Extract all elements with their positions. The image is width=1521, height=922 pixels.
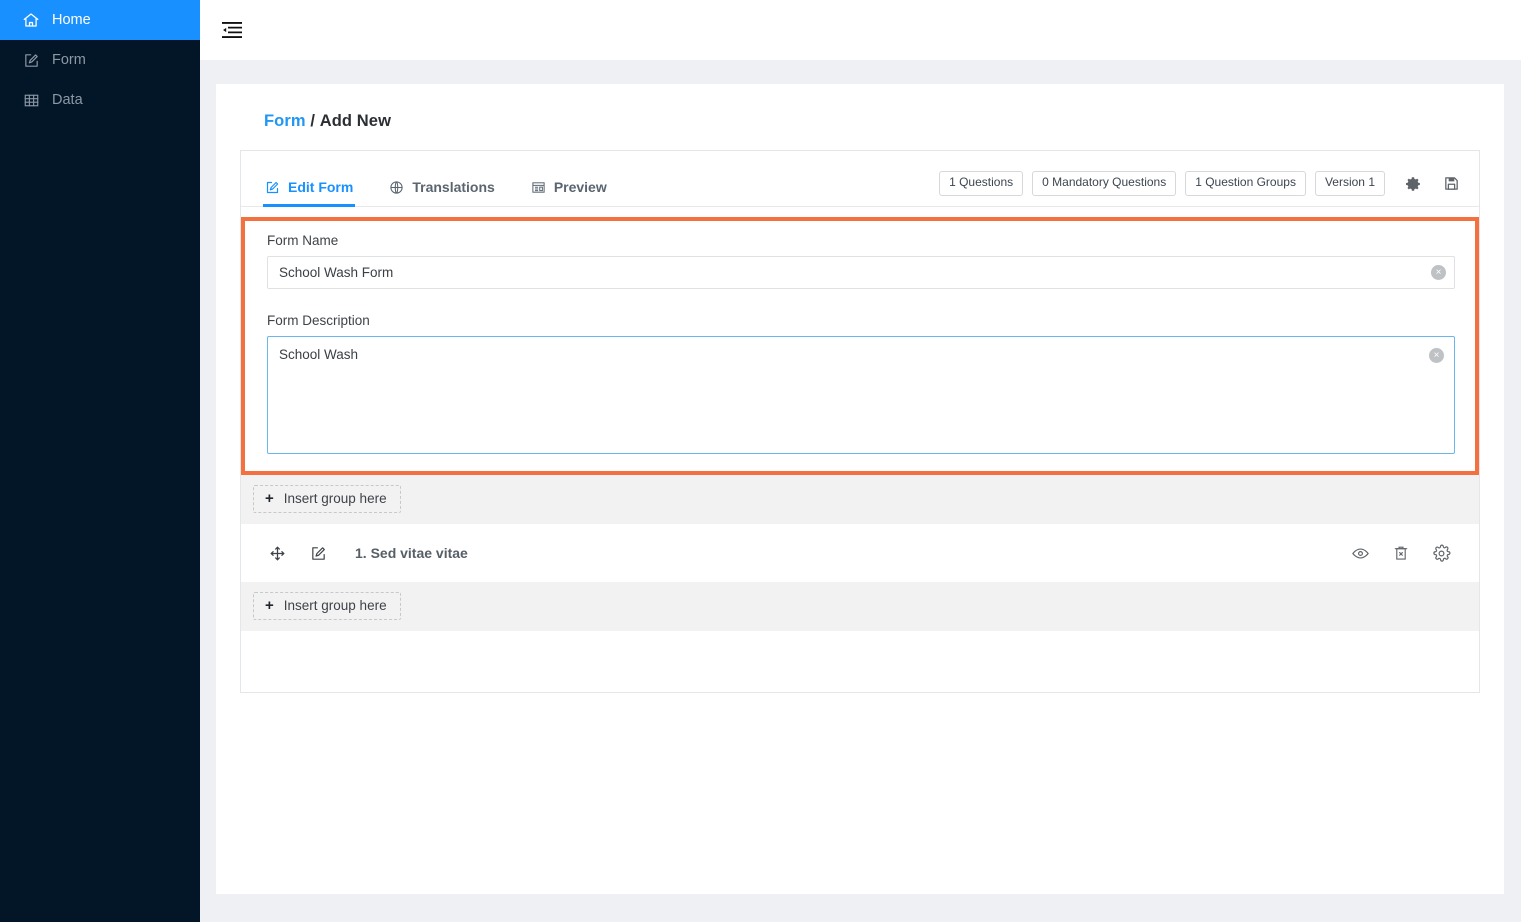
insert-group-label-top: Insert group here bbox=[283, 491, 387, 506]
breadcrumb: Form / Add New bbox=[264, 112, 1480, 131]
insert-group-here-button-top[interactable]: + Insert group here bbox=[253, 485, 401, 513]
question-row-actions bbox=[1329, 544, 1451, 563]
form-meta-highlight-box: Form Name × Form Description × bbox=[241, 217, 1479, 475]
pencil-square-icon bbox=[265, 180, 280, 195]
insert-group-strip-bottom: + Insert group here bbox=[241, 582, 1479, 631]
badge-mandatory-questions-count: 0 Mandatory Questions bbox=[1032, 171, 1177, 196]
breadcrumb-current: Add New bbox=[319, 112, 392, 130]
preview-window-icon bbox=[531, 180, 546, 195]
tab-label-translations: Translations bbox=[412, 179, 495, 195]
insert-group-strip-top: + Insert group here bbox=[241, 475, 1479, 524]
form-name-field-wrap: × bbox=[267, 256, 1455, 289]
form-settings-gear-icon[interactable] bbox=[1403, 174, 1423, 194]
app-root: Home Form Data Form / Add New Edit Form … bbox=[0, 0, 1521, 922]
sidebar-item-label-data: Data bbox=[52, 92, 83, 108]
tab-list: Edit Form Translations Preview bbox=[263, 151, 641, 207]
tab-label-edit-form: Edit Form bbox=[288, 179, 354, 195]
breadcrumb-link-form[interactable]: Form bbox=[264, 112, 306, 130]
content-scroll: Form / Add New Edit Form Translations Pr… bbox=[200, 60, 1521, 922]
sidebar: Home Form Data bbox=[0, 0, 200, 922]
plus-icon: + bbox=[265, 597, 274, 614]
tab-label-preview: Preview bbox=[553, 179, 607, 195]
page-card: Form / Add New Edit Form Translations Pr… bbox=[216, 84, 1504, 894]
sidebar-item-home[interactable]: Home bbox=[0, 0, 200, 40]
insert-group-label-bottom: Insert group here bbox=[283, 598, 387, 613]
form-name-input[interactable] bbox=[267, 256, 1455, 289]
globe-icon bbox=[389, 180, 404, 195]
form-name-label: Form Name bbox=[267, 233, 339, 248]
form-description-clear-icon[interactable]: × bbox=[1429, 348, 1444, 363]
breadcrumb-separator: / bbox=[305, 112, 320, 130]
question-row-left: 1. Sed vitae vitae bbox=[269, 545, 1329, 562]
sidebar-item-data[interactable]: Data bbox=[0, 80, 200, 120]
main-area: Form / Add New Edit Form Translations Pr… bbox=[200, 0, 1521, 922]
tab-edit-form[interactable]: Edit Form bbox=[263, 179, 356, 207]
save-form-floppy-save-icon[interactable] bbox=[1441, 174, 1461, 194]
form-description-label: Form Description bbox=[267, 313, 370, 328]
badge-questions-count: 1 Questions bbox=[939, 171, 1024, 196]
form-description-textarea[interactable] bbox=[267, 336, 1455, 454]
plus-icon: + bbox=[265, 490, 274, 507]
delete-question-trash-x-icon[interactable] bbox=[1392, 544, 1410, 562]
sidebar-item-label-form: Form bbox=[52, 52, 86, 68]
form-description-field-wrap: × bbox=[267, 336, 1455, 459]
home-icon bbox=[21, 10, 41, 30]
question-row[interactable]: 1. Sed vitae vitae bbox=[241, 524, 1479, 582]
question-title: 1. Sed vitae vitae bbox=[355, 545, 468, 561]
tab-preview[interactable]: Preview bbox=[529, 179, 609, 206]
sidebar-item-form[interactable]: Form bbox=[0, 40, 200, 80]
insert-group-here-button-bottom[interactable]: + Insert group here bbox=[253, 592, 401, 620]
tab-actions: 1 Questions 0 Mandatory Questions 1 Ques… bbox=[930, 171, 1461, 206]
move-arrows-icon[interactable] bbox=[269, 545, 291, 562]
form-editor-panel: Edit Form Translations Preview 1 Questio… bbox=[240, 150, 1480, 693]
collapse-sidebar-icon[interactable] bbox=[218, 16, 246, 44]
badge-version: Version 1 bbox=[1314, 171, 1385, 196]
question-settings-gear-outline-icon[interactable] bbox=[1432, 544, 1451, 563]
form-edit-icon bbox=[21, 50, 41, 70]
badge-question-groups-count: 1 Question Groups bbox=[1185, 171, 1306, 196]
top-bar bbox=[200, 0, 1521, 60]
preview-question-eye-icon[interactable] bbox=[1351, 544, 1370, 563]
tab-bar: Edit Form Translations Preview 1 Questio… bbox=[241, 151, 1479, 207]
tab-translations[interactable]: Translations bbox=[387, 179, 496, 206]
sidebar-item-label-home: Home bbox=[52, 12, 91, 28]
table-grid-icon bbox=[21, 90, 41, 110]
edit-question-pencil-square-icon[interactable] bbox=[310, 545, 332, 562]
form-name-clear-icon[interactable]: × bbox=[1431, 265, 1446, 280]
